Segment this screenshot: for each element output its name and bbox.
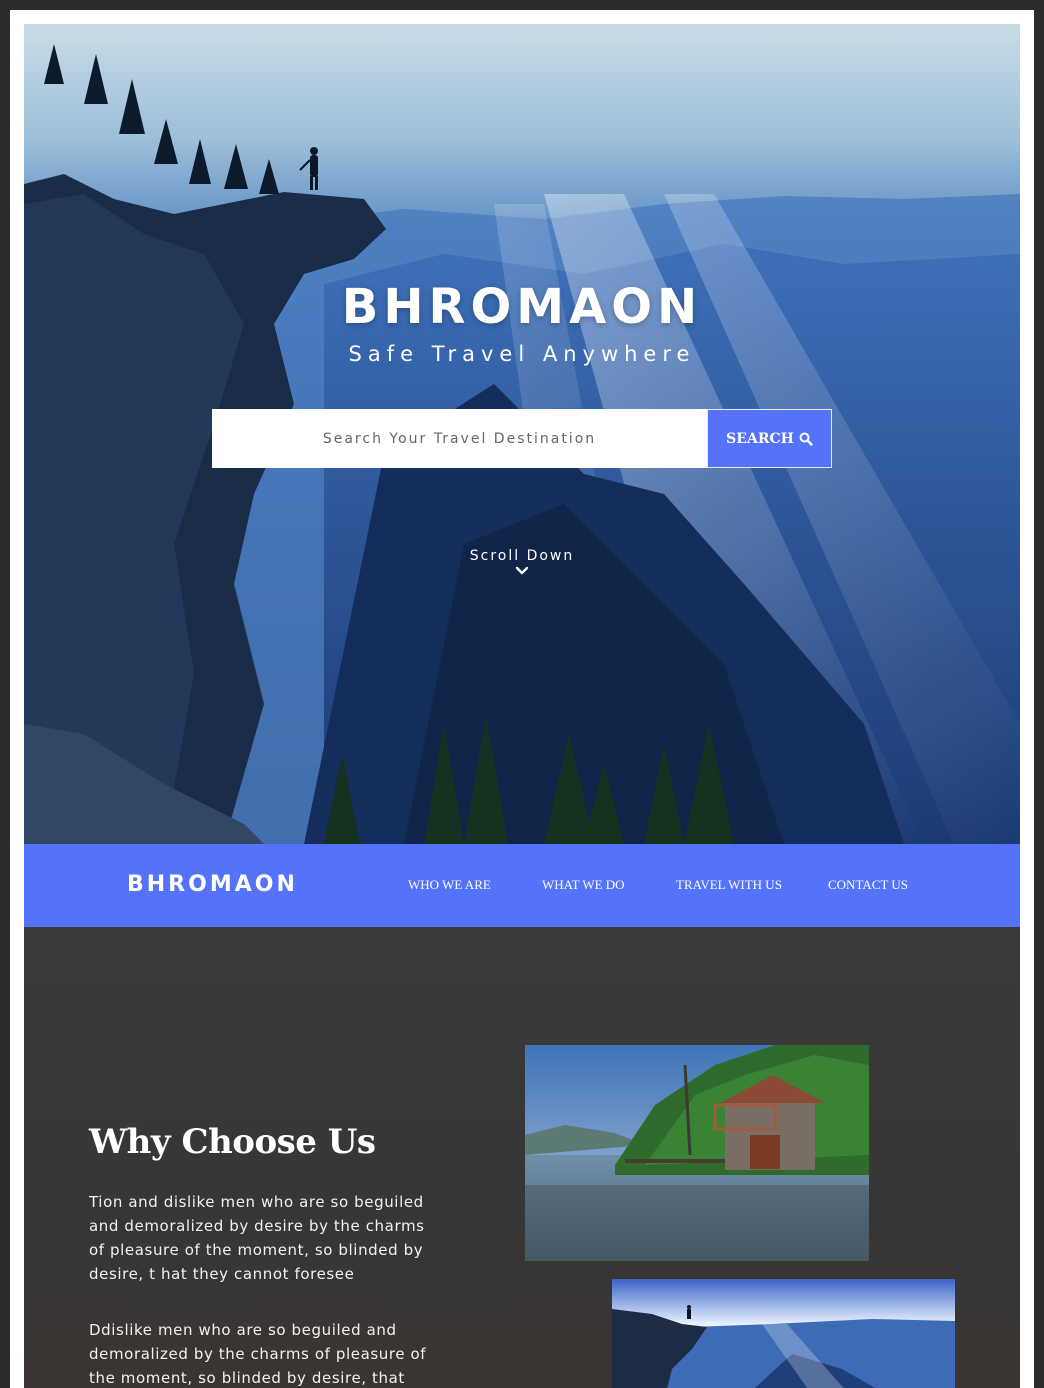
why-choose-us-section: Why Choose Us Tion and dislike men who a… [24, 927, 1020, 1388]
hero-subtitle: Safe Travel Anywhere [348, 342, 696, 366]
nav-item-what-we-do[interactable]: WHAT WE DO [542, 877, 625, 893]
nav-item-contact-us[interactable]: CONTACT US [828, 877, 908, 893]
nav-item-travel-with-us[interactable]: TRAVEL WITH US [676, 877, 782, 893]
boathouse-lake-image [525, 1045, 869, 1261]
scroll-down-label: Scroll Down [469, 548, 575, 564]
hero-section: BHROMAON Safe Travel Anywhere SEARCH Scr… [24, 24, 1020, 844]
nav-logo[interactable]: BHROMAON [127, 872, 298, 897]
hero-title: BHROMAON [341, 279, 703, 335]
search-button[interactable]: SEARCH [707, 409, 832, 468]
main-navbar: BHROMAON WHO WE ARE WHAT WE DO TRAVEL WI… [24, 844, 1020, 927]
chevron-down-icon [515, 566, 529, 575]
page: BHROMAON Safe Travel Anywhere SEARCH Scr… [24, 24, 1020, 1388]
nav-item-who-we-are[interactable]: WHO WE ARE [408, 877, 491, 893]
search-input[interactable] [212, 409, 707, 468]
section-heading: Why Choose Us [89, 1122, 376, 1162]
about-paragraph-2: Ddislike men who are so beguiled and dem… [89, 1321, 427, 1387]
search-bar: SEARCH [212, 409, 832, 468]
about-paragraph-1: Tion and dislike men who are so beguiled… [89, 1193, 425, 1283]
valley-cliff-image [612, 1279, 955, 1388]
search-icon [799, 432, 813, 446]
search-button-label: SEARCH [726, 430, 794, 447]
scroll-down-link[interactable]: Scroll Down [24, 548, 1020, 575]
